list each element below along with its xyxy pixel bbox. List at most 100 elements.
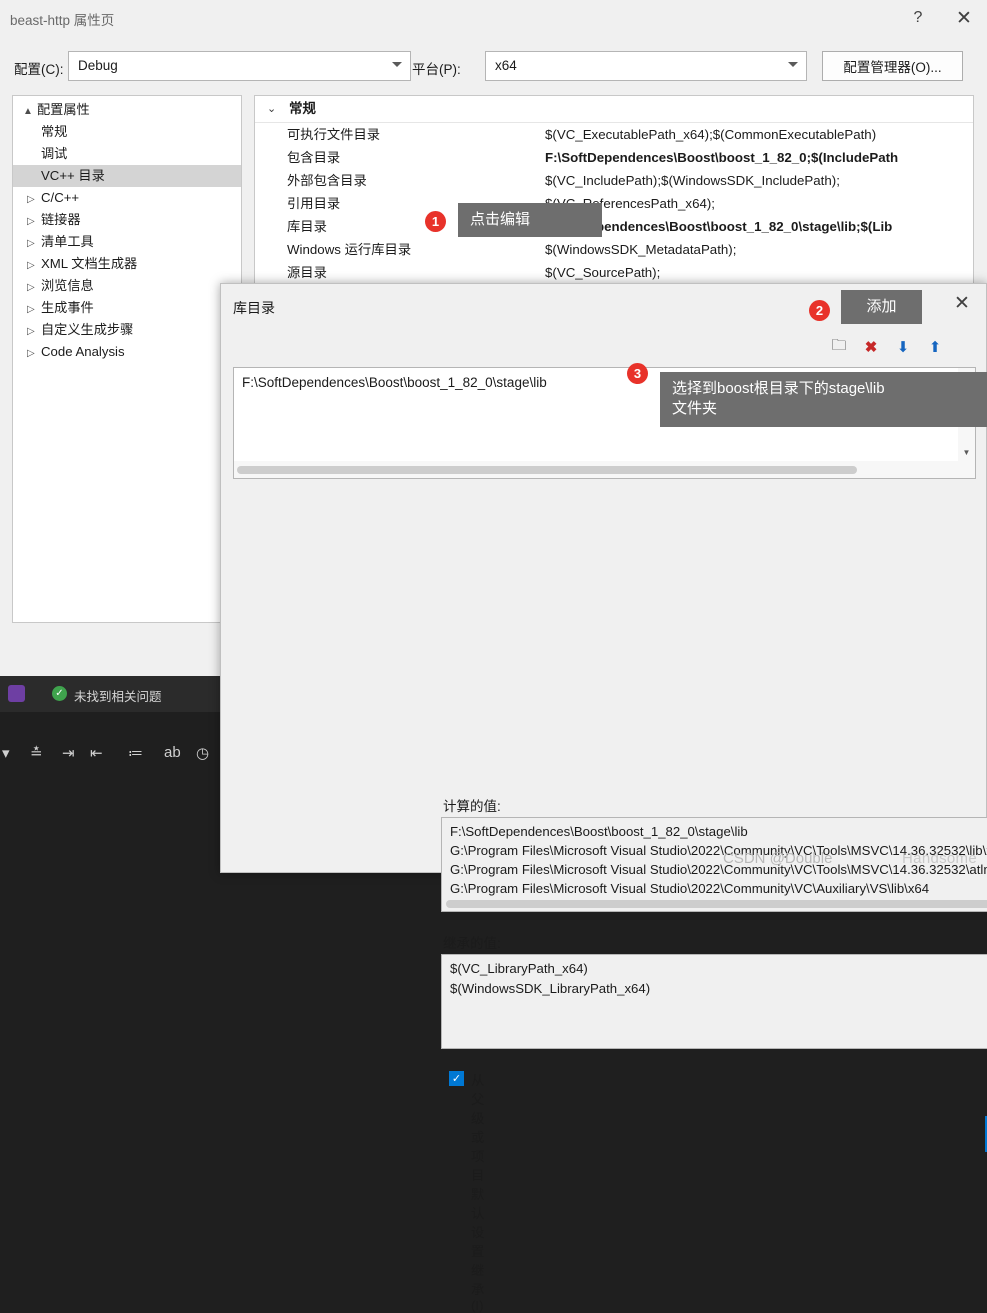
- evaluated-value-label: 计算的值:: [443, 799, 501, 814]
- tree-item-label: 链接器: [41, 212, 81, 227]
- annotation-badge-2: 2: [809, 300, 830, 321]
- tree-item-build-events[interactable]: ▷ 生成事件: [13, 297, 241, 319]
- vs-editor-toolbar: ▾ ≛ ⇥ ⇤ ≔ ab ◷: [0, 736, 220, 776]
- platform-value: x64: [495, 58, 517, 73]
- annotation-callout-3: 选择到boost根目录下的stage\lib 文件夹: [660, 372, 987, 427]
- annotation-badge-3: 3: [627, 363, 648, 384]
- dropdown-icon[interactable]: ▾: [2, 744, 10, 762]
- tree-item-label: C/C++: [41, 190, 80, 205]
- property-row[interactable]: 源目录 $(VC_SourcePath);: [255, 261, 973, 284]
- dialog-title: 库目录: [233, 300, 275, 316]
- tree-item-label: 配置属性: [37, 102, 90, 117]
- tree-item-label: 调试: [41, 146, 68, 161]
- spellcheck-icon[interactable]: ab: [164, 744, 181, 761]
- vs-error-list-strip: ✓ 未找到相关问题: [0, 676, 220, 712]
- property-key: 外部包含目录: [287, 173, 367, 188]
- tree-item-custom-build-step[interactable]: ▷ 自定义生成步骤: [13, 319, 241, 341]
- configuration-select[interactable]: Debug: [68, 51, 411, 81]
- chevron-down-icon: ▲: [23, 106, 33, 117]
- property-key: 可执行文件目录: [287, 127, 381, 142]
- tree-item-label: VC++ 目录: [41, 168, 105, 183]
- chevron-right-icon: ▷: [27, 238, 35, 249]
- tree-item-browse-information[interactable]: ▷ 浏览信息: [13, 275, 241, 297]
- property-grid[interactable]: ⌄ 常规 可执行文件目录 $(VC_ExecutablePath_x64);$(C…: [254, 95, 974, 287]
- chevron-right-icon: ▷: [27, 260, 35, 271]
- tree-item-label: 自定义生成步骤: [41, 322, 134, 337]
- inherited-line: $(VC_LibraryPath_x64): [450, 961, 588, 976]
- status-check-icon: ✓: [52, 686, 67, 701]
- tree-item-vcpp-directories[interactable]: VC++ 目录: [13, 165, 241, 187]
- dialog-close-button[interactable]: ✕: [940, 286, 984, 320]
- scroll-thumb[interactable]: [237, 466, 857, 474]
- indent-left-icon[interactable]: ⇥: [62, 744, 75, 762]
- property-key: 源目录: [287, 265, 327, 280]
- property-row[interactable]: 外部包含目录 $(VC_IncludePath);$(WindowsSDK_Inc…: [255, 169, 973, 192]
- property-row[interactable]: 包含目录 F:\SoftDependences\Boost\boost_1_82_…: [255, 146, 973, 169]
- inherit-checkbox-label: 从父级或项目默认设置继承(I): [471, 1073, 485, 1313]
- property-key: Windows 运行库目录: [287, 242, 412, 257]
- chevron-right-icon: ▷: [27, 326, 35, 337]
- property-row[interactable]: Windows 运行库目录 $(WindowsSDK_MetadataPath);: [255, 238, 973, 261]
- annotation-callout-2: 添加: [841, 290, 922, 325]
- delete-icon[interactable]: ✖: [858, 334, 884, 360]
- watermark-left: CSDN @Double: [723, 850, 833, 867]
- tree-item-manifest-tool[interactable]: ▷ 清单工具: [13, 231, 241, 253]
- indent-right-icon[interactable]: ⇤: [90, 744, 103, 762]
- tree-item-c-cpp[interactable]: ▷ C/C++: [13, 187, 241, 209]
- chevron-right-icon: ▷: [27, 194, 35, 205]
- property-group-header[interactable]: ⌄ 常规: [255, 96, 973, 123]
- tree-item-code-analysis[interactable]: ▷ Code Analysis: [13, 341, 241, 363]
- tree-item-root[interactable]: ▲ 配置属性: [13, 99, 241, 121]
- property-row[interactable]: 引用目录 $(VC_ReferencesPath_x64);: [255, 192, 973, 215]
- tree-item-general[interactable]: 常规: [13, 121, 241, 143]
- evaluated-horizontal-scrollbar[interactable]: [442, 896, 987, 911]
- dialog-toolbar: 🗀 ✖ ⬇ ⬆: [742, 334, 972, 360]
- tree-item-label: 清单工具: [41, 234, 94, 249]
- tree-item-label: 浏览信息: [41, 278, 94, 293]
- property-row-library-directories[interactable]: 库目录:\SoftDependences\Boost\boost_1_82_0\…: [255, 215, 973, 238]
- properties-tree[interactable]: ▲ 配置属性 常规 调试 VC++ 目录 ▷ C/C++ ▷ 链接器 ▷ 清单工具 ▷ X…: [12, 95, 242, 623]
- close-button[interactable]: ✕: [941, 0, 987, 36]
- property-value: $(VC_ExecutablePath_x64);$(CommonExecuta…: [545, 127, 877, 142]
- chevron-down-icon: [392, 62, 402, 67]
- property-value: $(WindowsSDK_MetadataPath);: [545, 242, 737, 257]
- platform-select[interactable]: x64: [485, 51, 807, 81]
- property-key: 包含目录: [287, 150, 341, 165]
- help-button[interactable]: ?: [895, 0, 941, 36]
- directory-entry-text: F:\SoftDependences\Boost\boost_1_82_0\st…: [242, 375, 547, 390]
- chevron-right-icon: ▷: [27, 282, 35, 293]
- inherited-value-label: 继承的值:: [443, 936, 501, 951]
- chevron-right-icon: ▷: [27, 216, 35, 227]
- property-key: 库目录: [287, 219, 327, 234]
- inherit-checkbox[interactable]: ✓: [449, 1071, 464, 1086]
- evaluated-line: F:\SoftDependences\Boost\boost_1_82_0\st…: [450, 824, 748, 839]
- tree-item-linker[interactable]: ▷ 链接器: [13, 209, 241, 231]
- inherited-value-box: $(VC_LibraryPath_x64) $(WindowsSDK_Libra…: [441, 954, 987, 1049]
- align-icon[interactable]: ≛: [30, 744, 43, 762]
- annotation-badge-1: 1: [425, 211, 446, 232]
- tree-item-label: Code Analysis: [41, 344, 125, 359]
- property-value: $(VC_IncludePath);$(WindowsSDK_IncludePa…: [545, 173, 840, 188]
- move-up-icon[interactable]: ⬆: [922, 334, 948, 360]
- history-icon[interactable]: ◷: [196, 744, 209, 762]
- new-line-icon[interactable]: 🗀: [826, 334, 852, 360]
- scroll-down-icon[interactable]: ▼: [958, 444, 975, 461]
- chevron-down-icon: [788, 62, 798, 67]
- property-row[interactable]: 可执行文件目录 $(VC_ExecutablePath_x64);$(Common…: [255, 123, 973, 146]
- property-value: F:\SoftDependences\Boost\boost_1_82_0;$(…: [545, 150, 899, 165]
- window-titlebar: beast-http 属性页 ? ✕: [0, 0, 987, 36]
- property-value: $(VC_SourcePath);: [545, 265, 661, 280]
- evaluated-line: G:\Program Files\Microsoft Visual Studio…: [450, 881, 930, 896]
- scroll-thumb[interactable]: [446, 900, 987, 908]
- configuration-value: Debug: [78, 58, 118, 73]
- move-down-icon[interactable]: ⬇: [890, 334, 916, 360]
- edit-horizontal-scrollbar[interactable]: [234, 461, 959, 478]
- tree-item-debug[interactable]: 调试: [13, 143, 241, 165]
- chevron-down-icon: ⌄: [267, 103, 277, 115]
- list-icon[interactable]: ≔: [128, 744, 143, 762]
- tree-item-xml-doc-generator[interactable]: ▷ XML 文档生成器: [13, 253, 241, 275]
- tree-item-label: XML 文档生成器: [41, 256, 138, 271]
- configuration-manager-button[interactable]: 配置管理器(O)...: [822, 51, 963, 81]
- tree-item-label: 常规: [41, 124, 68, 139]
- chevron-right-icon: ▷: [27, 304, 35, 315]
